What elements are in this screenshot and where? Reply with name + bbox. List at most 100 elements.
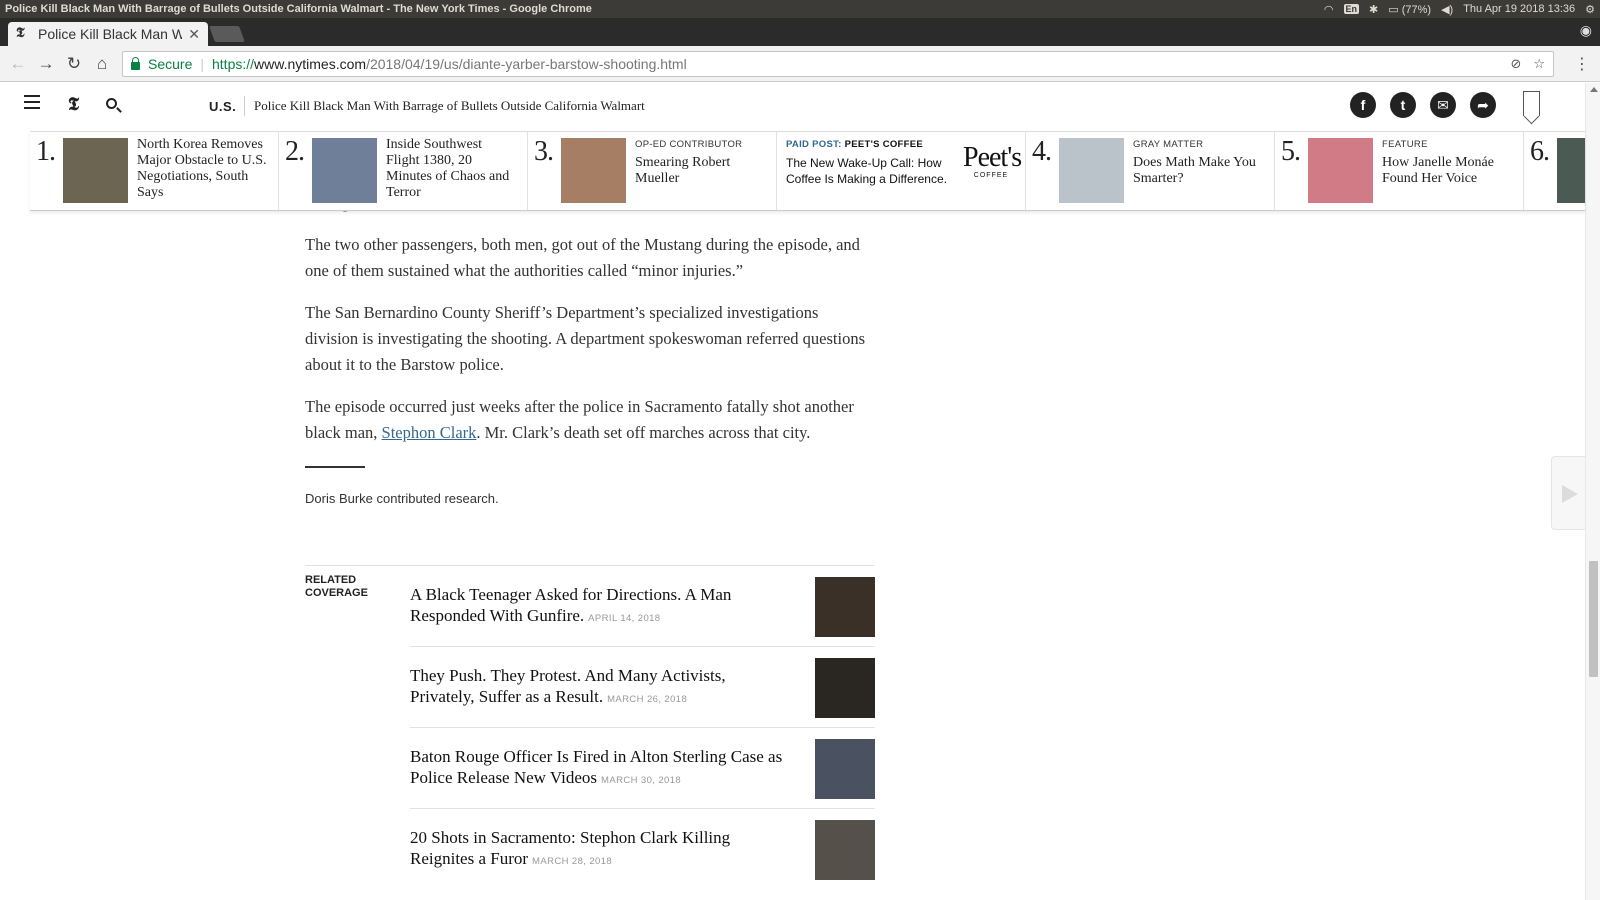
nyt-favicon-icon: 𝕿 [16,26,25,41]
bookmark-star-icon[interactable]: ☆ [1533,56,1545,72]
scrollbar-thumb[interactable] [1589,561,1598,677]
ribbon-paid-post[interactable]: PAID POST: PEET'S COFFEE The New Wake-Up… [777,132,1026,210]
ribbon-title: How Janelle Monáe Found Her Voice [1382,155,1494,186]
nyt-header: 𝕿 U.S. Police Kill Black Man With Barrag… [0,83,1585,131]
ribbon-item[interactable]: 6. [1524,132,1585,210]
close-tab-icon[interactable]: ✕ [188,26,200,43]
related-item[interactable]: 20 Shots in Sacramento: Stephon Clark Ki… [410,809,875,890]
ribbon-number: 2. [285,136,305,167]
more-share-icon[interactable]: ➦ [1470,92,1496,118]
ribbon-text: FEATURE How Janelle Monáe Found Her Voic… [1382,137,1512,187]
hamburger-menu-icon[interactable] [24,95,40,109]
peets-logo-text: Peet's [963,142,1022,173]
security-indicator[interactable]: Secure [131,56,192,72]
related-headline[interactable]: Baton Rouge Officer Is Fired in Alton St… [410,747,782,787]
window-title: Police Kill Black Man With Barrage of Bu… [5,3,592,15]
top-stories-ribbon: 1. North Korea Removes Major Obstacle to… [30,131,1585,211]
related-item[interactable]: They Push. They Protest. And Many Activi… [410,647,875,728]
related-headline-block: A Black Teenager Asked for Directions. A… [410,584,785,629]
stephon-clark-link[interactable]: Stephon Clark [382,423,477,442]
settings-gear-icon[interactable]: ⚙ [1585,3,1595,16]
address-bar[interactable]: Secure | https://www.nytimes.com/2018/04… [122,51,1554,77]
section-label[interactable]: U.S. [209,99,236,114]
system-tray: ◠ En ✱ ▭ (77%) ◀) Thu Apr 19 2018 13:36 … [1324,3,1595,16]
related-headline[interactable]: A Black Teenager Asked for Directions. A… [410,585,731,625]
article-paragraph: The two other passengers, both men, got … [305,235,860,280]
related-date: MARCH 28, 2018 [532,856,613,867]
lock-icon [131,57,140,70]
research-credit: Doris Burke contributed research. [305,491,499,506]
ribbon-item[interactable]: 4. GRAY MATTER Does Math Make You Smarte… [1026,132,1275,210]
related-coverage-label: RELATED COVERAGE [305,574,368,599]
browser-tab-active[interactable]: 𝕿 Police Kill Black Man With Barrage of … [8,22,208,46]
related-thumbnail[interactable] [815,658,875,718]
url-path: /2018/04/19/us/diante-yarber-barstow-sho… [366,56,687,72]
forward-button[interactable]: → [32,54,60,74]
ribbon-thumbnail [63,138,128,203]
ribbon-text: GRAY MATTER Does Math Make You Smarter? [1133,137,1263,187]
incognito-profile-icon[interactable]: ◉ [1580,22,1592,39]
nyt-logo[interactable]: 𝕿 [68,94,79,115]
ribbon-item[interactable]: 3. OP-ED CONTRIBUTOR Smearing Robert Mue… [528,132,777,210]
home-button[interactable]: ⌂ [88,54,116,74]
related-item[interactable]: A Black Teenager Asked for Directions. A… [410,566,875,647]
volume-icon[interactable]: ◀) [1441,3,1453,16]
paid-post-label: PAID POST: [786,139,842,150]
search-icon[interactable] [106,98,117,109]
paid-post-text: PAID POST: PEET'S COFFEE The New Wake-Up… [786,137,956,187]
ribbon-item[interactable]: 5. FEATURE How Janelle Monáe Found Her V… [1275,132,1524,210]
twitter-share-icon[interactable]: t [1390,92,1416,118]
ribbon-thumbnail [312,138,377,203]
keyboard-layout[interactable]: En [1343,4,1360,14]
chrome-menu-icon[interactable]: ⋮ [1574,54,1590,74]
ribbon-number: 1. [36,136,56,167]
ribbon-number: 4. [1032,136,1052,167]
battery-indicator[interactable]: ▭ (77%) [1388,3,1431,16]
ribbon-kicker: GRAY MATTER [1133,139,1204,150]
url-scheme: https:// [212,56,255,72]
peets-logo-sub: COFFEE [973,172,1009,179]
translate-icon[interactable]: ⊘ [1510,56,1521,72]
email-share-icon[interactable]: ✉ [1430,92,1456,118]
ribbon-title: Inside Southwest Flight 1380, 20 Minutes… [386,137,510,200]
browser-toolbar: ← → ↻ ⌂ Secure | https://www.nytimes.com… [0,46,1600,82]
related-headline-block: They Push. They Protest. And Many Activi… [410,665,785,710]
sponsor-name: PEET'S COFFEE [844,139,924,150]
bluetooth-icon[interactable]: ✱ [1369,3,1378,16]
new-tab-button[interactable] [209,26,245,42]
related-item[interactable]: Baton Rouge Officer Is Fired in Alton St… [410,728,875,809]
paid-post-title: The New Wake-Up Call: How Coffee Is Maki… [786,156,947,186]
back-button[interactable]: ← [4,54,32,74]
related-thumbnail[interactable] [815,820,875,880]
wifi-icon[interactable]: ◠ [1324,3,1334,16]
related-headline-block: 20 Shots in Sacramento: Stephon Clark Ki… [410,827,785,872]
ribbon-kicker: FEATURE [1382,139,1428,150]
ribbon-thumbnail [561,138,626,203]
related-thumbnail[interactable] [815,577,875,637]
save-bookmark-icon[interactable] [1523,91,1540,116]
related-date: APRIL 14, 2018 [588,613,661,624]
paid-post-kicker: PAID POST: PEET'S COFFEE [786,137,956,153]
ribbon-title: Smearing Robert Mueller [635,155,731,186]
scroll-up-arrow-icon[interactable] [1590,87,1598,92]
ribbon-thumbnail [1308,138,1373,203]
clock[interactable]: Thu Apr 19 2018 13:36 [1463,3,1575,15]
related-thumbnail[interactable] [815,739,875,799]
related-coverage: RELATED COVERAGE A Black Teenager Asked … [305,565,875,880]
ribbon-text: OP-ED CONTRIBUTOR Smearing Robert Muelle… [635,137,765,187]
ribbon-thumbnail [1557,138,1585,203]
article-body: the leg. The two other passengers, both … [305,190,875,512]
ribbon-number: 3. [534,136,554,167]
page-scrollbar[interactable] [1585,83,1600,900]
ribbon-title: North Korea Removes Major Obstacle to U.… [137,137,267,200]
ribbon-item[interactable]: 1. North Korea Removes Major Obstacle to… [30,132,279,210]
ribbon-item[interactable]: 2. Inside Southwest Flight 1380, 20 Minu… [279,132,528,210]
reload-button[interactable]: ↻ [60,54,88,74]
omnibox-separator: | [200,56,204,72]
related-list: A Black Teenager Asked for Directions. A… [410,566,875,890]
ribbon-title: Does Math Make You Smarter? [1133,155,1256,186]
paragraph-text: . Mr. Clark’s death set off marches acro… [476,423,811,442]
facebook-share-icon[interactable]: f [1350,92,1376,118]
ribbon-number: 6. [1530,136,1550,167]
next-article-button[interactable] [1551,456,1585,530]
